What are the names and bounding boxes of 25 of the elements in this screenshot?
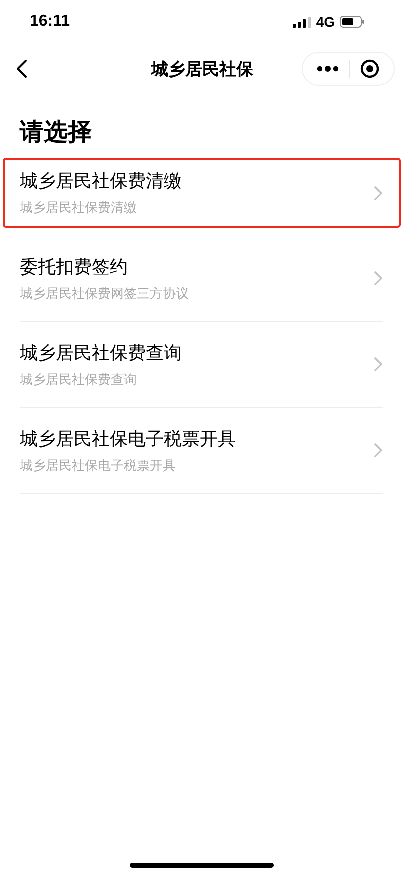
signal-icon [293,16,312,28]
item-title: 城乡居民社保费清缴 [20,170,182,193]
menu-item[interactable]: 城乡居民社保费清缴 城乡居民社保费清缴 [3,158,401,228]
item-title: 城乡居民社保电子税票开具 [20,428,236,450]
menu-item[interactable]: 城乡居民社保电子税票开具 城乡居民社保电子税票开具 [20,408,383,494]
item-title: 城乡居民社保费查询 [20,342,182,364]
status-time: 16:11 [30,13,70,31]
item-subtitle: 城乡居民社保费清缴 [20,200,138,217]
page-title: 城乡居民社保 [150,58,254,80]
chevron-icon [374,271,383,286]
more-icon [317,66,339,72]
chevron-icon [374,186,383,200]
network-label: 4G [316,14,335,30]
close-icon [360,59,380,79]
item-title: 委托扣费签约 [20,256,129,278]
battery-icon [340,16,365,28]
menu-item[interactable]: 委托扣费签约 城乡居民社保费网签三方协议 [20,236,383,322]
section-heading: 请选择 [20,117,93,148]
back-icon [16,59,28,79]
item-subtitle: 城乡居民社保费网签三方协议 [20,286,189,302]
item-subtitle: 城乡居民社保电子税票开具 [20,458,177,474]
chevron-icon [374,357,383,372]
menu-item[interactable]: 城乡居民社保费查询 城乡居民社保费查询 [20,322,383,408]
item-subtitle: 城乡居民社保费查询 [20,372,138,388]
chevron-icon [374,443,383,458]
